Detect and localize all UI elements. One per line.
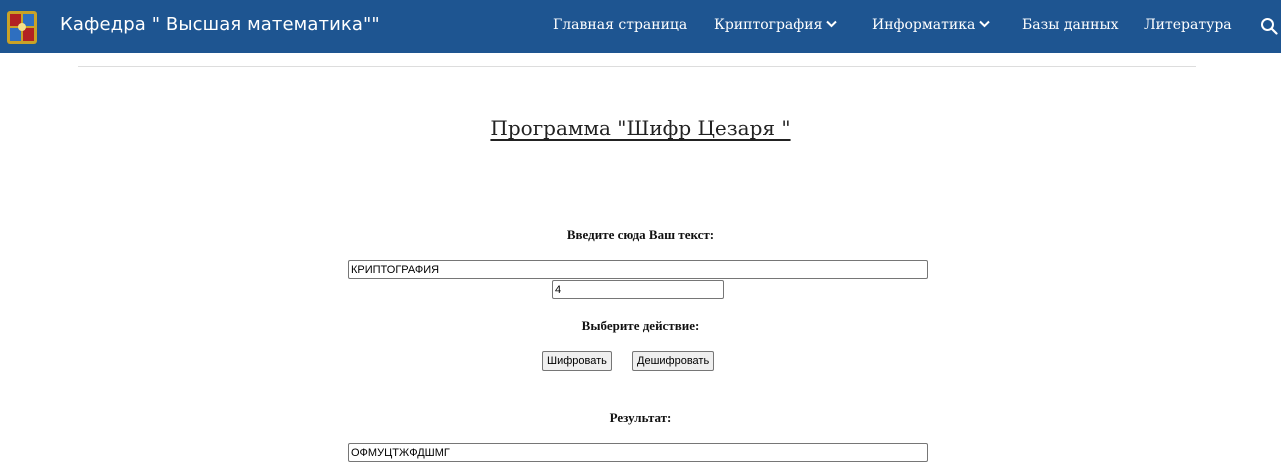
nav-crypto-label: Криптография [714, 17, 823, 33]
nav-databases-label: Базы данных [1022, 17, 1119, 33]
chevron-down-icon [979, 20, 991, 28]
site-title[interactable]: Кафедра " Высшая математика"" [60, 14, 380, 35]
nav-informatics[interactable]: Информатика [872, 17, 991, 33]
nav-databases[interactable]: Базы данных [1022, 17, 1119, 33]
encrypt-button[interactable]: Шифровать [542, 351, 612, 371]
university-crest-icon[interactable] [5, 9, 39, 46]
chevron-down-icon [826, 20, 838, 28]
nav-informatics-label: Информатика [872, 17, 976, 33]
nav-home[interactable]: Главная страница [553, 17, 687, 33]
result-output[interactable] [348, 443, 928, 462]
divider [78, 66, 1196, 67]
search-icon[interactable] [1260, 17, 1278, 35]
nav-literature-label: Литература [1144, 17, 1232, 33]
input-label: Введите сюда Ваш текст: [566, 227, 715, 242]
decrypt-button[interactable]: Дешифровать [632, 351, 715, 371]
page-title: Программа "Шифр Цезаря " [490, 116, 791, 140]
nav-crypto[interactable]: Криптография [714, 17, 838, 33]
header-bar: Кафедра " Высшая математика"" Главная ст… [0, 0, 1281, 53]
shift-key-input[interactable] [552, 280, 724, 299]
nav-home-label: Главная страница [553, 17, 688, 33]
nav-literature[interactable]: Литература [1144, 17, 1232, 33]
plaintext-input[interactable] [348, 260, 928, 279]
result-label: Результат: [609, 410, 672, 425]
action-label: Выберите действие: [581, 318, 700, 333]
